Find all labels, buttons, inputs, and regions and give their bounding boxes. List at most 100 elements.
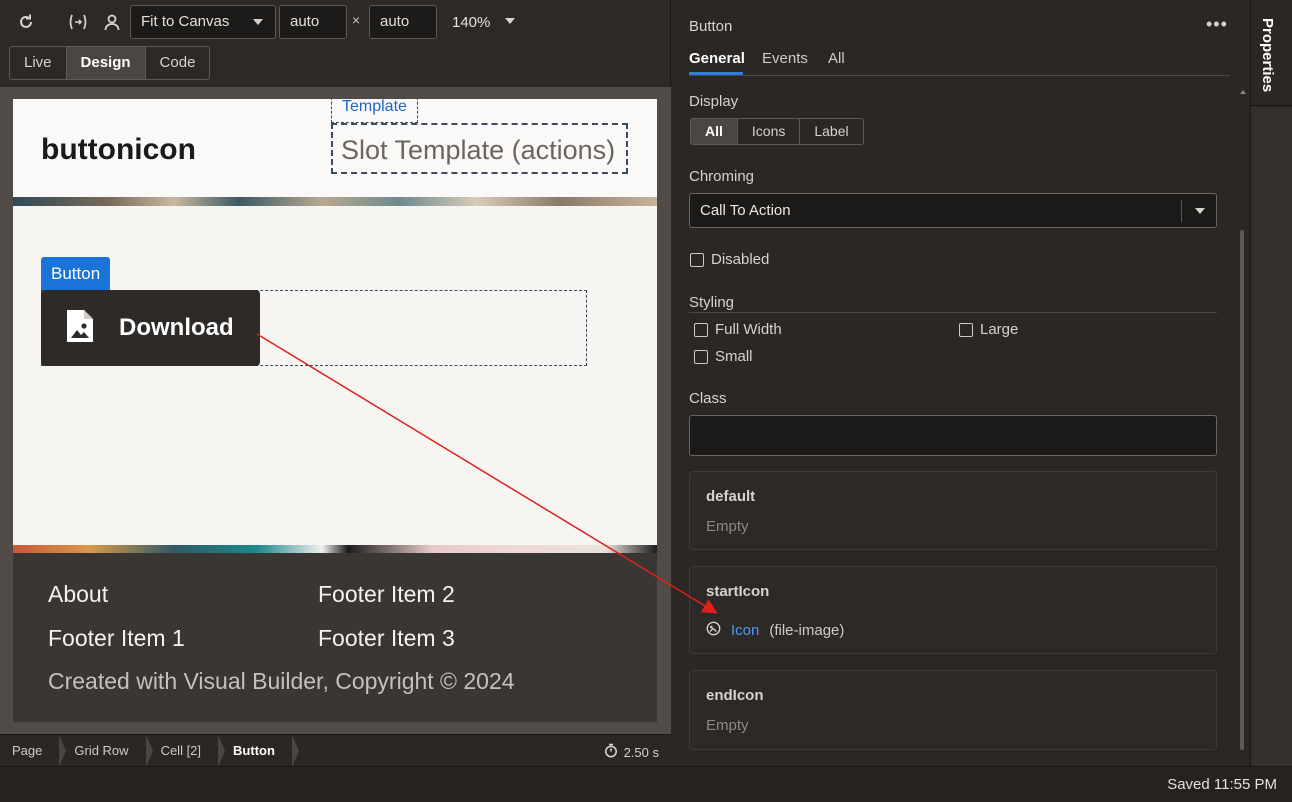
checkbox-box[interactable]: [694, 349, 708, 364]
slot-endicon-card[interactable]: endIcon Empty: [689, 670, 1217, 750]
display-label: Display: [689, 93, 739, 110]
width-value: auto: [290, 13, 320, 30]
height-input[interactable]: auto: [369, 5, 437, 39]
more-options-icon[interactable]: •••: [1206, 14, 1228, 35]
chroming-select[interactable]: Call To Action: [689, 193, 1217, 228]
timer-value: 2.50 s: [623, 744, 659, 760]
properties-tabs: General Events All: [689, 50, 1230, 76]
scroll-up-arrow-icon[interactable]: [1240, 90, 1246, 94]
checkbox-box[interactable]: [959, 322, 973, 337]
side-tab-properties-label: Properties: [1259, 18, 1276, 93]
download-button[interactable]: Download: [41, 290, 260, 366]
fit-select[interactable]: Fit to Canvas: [130, 5, 276, 39]
chroming-value: Call To Action: [700, 202, 791, 219]
mode-design[interactable]: Design: [66, 47, 146, 79]
slot-default-value: Empty: [706, 518, 749, 535]
full-width-label: Full Width: [715, 321, 782, 338]
header-banner-image: [13, 197, 657, 206]
select-divider: [1181, 200, 1182, 222]
user-icon[interactable]: [100, 10, 124, 34]
footer-item-2[interactable]: Footer Item 2: [318, 581, 455, 608]
starticon-type: (file-image): [769, 622, 845, 639]
breadcrumb-grid-row[interactable]: Grid Row: [60, 734, 153, 767]
display-segmented-control: All Icons Label: [690, 118, 864, 145]
mode-code[interactable]: Code: [146, 47, 210, 79]
slot-default-card[interactable]: default Empty: [689, 471, 1217, 550]
zoom-level[interactable]: 140%: [452, 14, 490, 31]
properties-scrollbar[interactable]: [1240, 230, 1244, 750]
checkbox-box[interactable]: [690, 252, 704, 267]
variables-icon[interactable]: [66, 10, 90, 34]
slot-template-actions[interactable]: Slot Template (actions): [331, 123, 628, 174]
slot-default-name: default: [706, 488, 756, 505]
small-label: Small: [715, 348, 753, 365]
footer-item-3[interactable]: Footer Item 3: [318, 625, 455, 652]
download-button-label: Download: [119, 314, 234, 341]
disabled-checkbox-label: Disabled: [711, 251, 770, 268]
fit-select-value: Fit to Canvas: [141, 13, 230, 30]
page-canvas: buttonicon Template Slot Template (actio…: [13, 99, 657, 722]
saved-status: Saved 11:55 PM: [1167, 776, 1277, 793]
times-separator: ×: [352, 12, 361, 28]
properties-panel: Button ••• General Events All Display Al…: [672, 0, 1250, 766]
page-footer[interactable]: About Footer Item 2 Footer Item 1 Footer…: [13, 553, 657, 722]
chevron-down-icon: [253, 19, 263, 25]
app-window: Fit to Canvas auto × auto 140% Live Desi…: [0, 0, 1292, 802]
display-option-icons[interactable]: Icons: [738, 119, 801, 144]
breadcrumb-page[interactable]: Page: [0, 734, 67, 767]
view-mode-switch: Live Design Code: [9, 46, 211, 80]
side-tab-empty-area: [1251, 107, 1292, 766]
checkbox-box[interactable]: [694, 322, 708, 337]
side-tab-column: Properties: [1250, 0, 1292, 766]
display-option-all[interactable]: All: [691, 119, 738, 144]
render-timer: 2.50 s: [604, 743, 659, 761]
page-header[interactable]: buttonicon Template Slot Template (actio…: [13, 99, 657, 197]
footer-copyright: Created with Visual Builder, Copyright ©…: [48, 668, 515, 694]
footer-about[interactable]: About: [48, 581, 108, 608]
large-checkbox[interactable]: Large: [959, 321, 1018, 338]
breadcrumb: Page Grid Row Cell [2] Button 2.50 s: [0, 734, 671, 767]
class-input[interactable]: [689, 415, 1217, 456]
tab-all[interactable]: All: [828, 50, 845, 67]
app-title[interactable]: buttonicon: [41, 133, 196, 167]
display-option-label[interactable]: Label: [800, 119, 862, 144]
canvas-frame: buttonicon Template Slot Template (actio…: [0, 87, 671, 734]
button-selection-tag[interactable]: Button: [41, 257, 111, 291]
footer-item-1[interactable]: Footer Item 1: [48, 625, 185, 652]
slot-endicon-value: Empty: [706, 717, 749, 734]
slot-endicon-name: endIcon: [706, 687, 764, 704]
small-checkbox[interactable]: Small: [694, 348, 753, 365]
zoom-chevron-down-icon[interactable]: [505, 18, 515, 24]
refresh-icon[interactable]: [14, 10, 38, 34]
styling-divider: [689, 312, 1217, 313]
starticon-link[interactable]: Icon: [731, 622, 759, 639]
design-pane: Fit to Canvas auto × auto 140% Live Desi…: [0, 0, 671, 767]
width-input[interactable]: auto: [279, 5, 347, 39]
footer-banner-image: [13, 545, 657, 553]
tab-events[interactable]: Events: [762, 50, 808, 67]
tab-general[interactable]: General: [689, 50, 745, 67]
stopwatch-icon: [604, 743, 618, 761]
side-tab-properties[interactable]: Properties: [1251, 0, 1292, 106]
status-bar: Saved 11:55 PM: [0, 766, 1292, 802]
component-icon: [706, 621, 721, 640]
chroming-label: Chroming: [689, 168, 755, 185]
template-tag[interactable]: Template: [331, 99, 418, 123]
chevron-down-icon[interactable]: [1195, 208, 1205, 214]
slot-starticon-name: startIcon: [706, 583, 770, 600]
large-label: Large: [980, 321, 1019, 338]
styling-label: Styling: [689, 294, 735, 311]
properties-title: Button: [689, 18, 733, 35]
starticon-component[interactable]: Icon (file-image): [706, 621, 844, 640]
breadcrumb-cell[interactable]: Cell [2]: [147, 734, 226, 767]
breadcrumb-button[interactable]: Button: [219, 734, 299, 767]
page-content[interactable]: [13, 206, 657, 545]
class-label: Class: [689, 390, 727, 407]
full-width-checkbox[interactable]: Full Width: [694, 321, 782, 338]
active-tab-indicator: [689, 72, 743, 75]
file-image-icon: [65, 308, 95, 349]
mode-live[interactable]: Live: [10, 47, 67, 79]
disabled-checkbox[interactable]: Disabled: [690, 251, 769, 268]
height-value: auto: [380, 13, 410, 30]
slot-starticon-card[interactable]: startIcon Icon (file-image): [689, 566, 1217, 654]
